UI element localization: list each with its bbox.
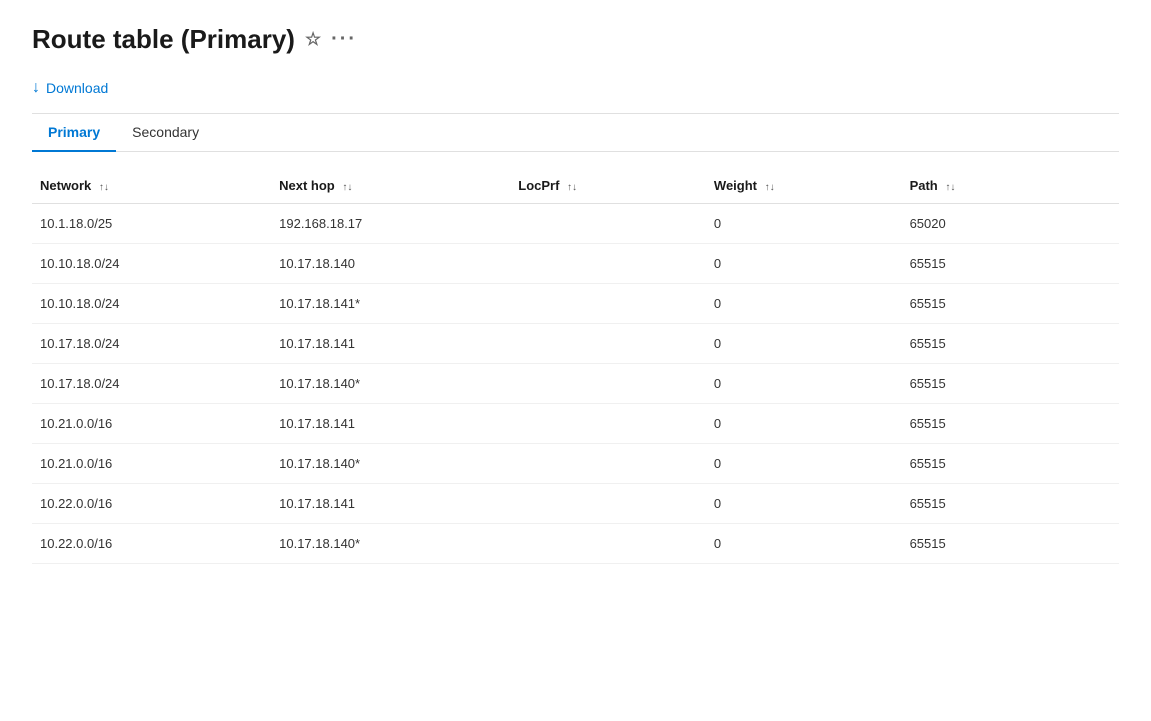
more-options-icon[interactable]: ··· bbox=[331, 28, 357, 51]
col-header-locprf[interactable]: LocPrf ↑↓ bbox=[510, 168, 706, 204]
cell-path: 65515 bbox=[902, 284, 1119, 324]
cell-network: 10.17.18.0/24 bbox=[32, 324, 271, 364]
cell-nexthop: 10.17.18.140* bbox=[271, 364, 510, 404]
cell-weight: 0 bbox=[706, 404, 902, 444]
cell-network: 10.22.0.0/16 bbox=[32, 524, 271, 564]
cell-network: 10.21.0.0/16 bbox=[32, 404, 271, 444]
sort-icon-network: ↑↓ bbox=[99, 182, 109, 193]
pin-icon[interactable]: ☆ bbox=[305, 29, 321, 50]
col-header-network[interactable]: Network ↑↓ bbox=[32, 168, 271, 204]
route-table-container: Network ↑↓ Next hop ↑↓ LocPrf ↑↓ Weight … bbox=[32, 168, 1119, 564]
cell-path: 65515 bbox=[902, 244, 1119, 284]
cell-weight: 0 bbox=[706, 364, 902, 404]
cell-nexthop: 10.17.18.141* bbox=[271, 284, 510, 324]
cell-path: 65515 bbox=[902, 444, 1119, 484]
cell-path: 65515 bbox=[902, 324, 1119, 364]
cell-weight: 0 bbox=[706, 284, 902, 324]
cell-locprf bbox=[510, 324, 706, 364]
sort-icon-weight: ↑↓ bbox=[765, 182, 775, 193]
cell-nexthop: 10.17.18.140* bbox=[271, 524, 510, 564]
page-title: Route table (Primary) bbox=[32, 24, 295, 55]
tab-primary[interactable]: Primary bbox=[32, 114, 116, 152]
cell-locprf bbox=[510, 284, 706, 324]
cell-network: 10.22.0.0/16 bbox=[32, 484, 271, 524]
cell-locprf bbox=[510, 484, 706, 524]
toolbar: ↓ Download bbox=[32, 75, 1119, 114]
cell-nexthop: 10.17.18.141 bbox=[271, 324, 510, 364]
table-header-row: Network ↑↓ Next hop ↑↓ LocPrf ↑↓ Weight … bbox=[32, 168, 1119, 204]
download-icon: ↓ bbox=[32, 79, 40, 97]
sort-icon-locprf: ↑↓ bbox=[567, 182, 577, 193]
cell-network: 10.21.0.0/16 bbox=[32, 444, 271, 484]
cell-path: 65515 bbox=[902, 524, 1119, 564]
cell-path: 65515 bbox=[902, 404, 1119, 444]
col-header-weight[interactable]: Weight ↑↓ bbox=[706, 168, 902, 204]
download-label: Download bbox=[46, 80, 108, 96]
cell-network: 10.10.18.0/24 bbox=[32, 284, 271, 324]
cell-locprf bbox=[510, 244, 706, 284]
col-header-nexthop[interactable]: Next hop ↑↓ bbox=[271, 168, 510, 204]
cell-nexthop: 10.17.18.140 bbox=[271, 244, 510, 284]
table-row: 10.10.18.0/24 10.17.18.140 0 65515 bbox=[32, 244, 1119, 284]
cell-network: 10.10.18.0/24 bbox=[32, 244, 271, 284]
cell-locprf bbox=[510, 204, 706, 244]
cell-path: 65515 bbox=[902, 364, 1119, 404]
table-row: 10.22.0.0/16 10.17.18.140* 0 65515 bbox=[32, 524, 1119, 564]
cell-path: 65515 bbox=[902, 484, 1119, 524]
cell-network: 10.1.18.0/25 bbox=[32, 204, 271, 244]
cell-nexthop: 10.17.18.141 bbox=[271, 404, 510, 444]
table-row: 10.17.18.0/24 10.17.18.141 0 65515 bbox=[32, 324, 1119, 364]
cell-nexthop: 10.17.18.140* bbox=[271, 444, 510, 484]
cell-network: 10.17.18.0/24 bbox=[32, 364, 271, 404]
col-header-path[interactable]: Path ↑↓ bbox=[902, 168, 1119, 204]
sort-icon-nexthop: ↑↓ bbox=[342, 182, 352, 193]
download-button[interactable]: ↓ Download bbox=[32, 75, 108, 101]
table-row: 10.1.18.0/25 192.168.18.17 0 65020 bbox=[32, 204, 1119, 244]
cell-locprf bbox=[510, 444, 706, 484]
cell-weight: 0 bbox=[706, 444, 902, 484]
table-row: 10.21.0.0/16 10.17.18.141 0 65515 bbox=[32, 404, 1119, 444]
sort-icon-path: ↑↓ bbox=[945, 182, 955, 193]
cell-weight: 0 bbox=[706, 244, 902, 284]
page-title-container: Route table (Primary) ☆ ··· bbox=[32, 24, 1119, 55]
tab-secondary[interactable]: Secondary bbox=[116, 114, 215, 152]
cell-weight: 0 bbox=[706, 484, 902, 524]
cell-path: 65020 bbox=[902, 204, 1119, 244]
cell-locprf bbox=[510, 524, 706, 564]
table-row: 10.17.18.0/24 10.17.18.140* 0 65515 bbox=[32, 364, 1119, 404]
table-row: 10.21.0.0/16 10.17.18.140* 0 65515 bbox=[32, 444, 1119, 484]
table-row: 10.22.0.0/16 10.17.18.141 0 65515 bbox=[32, 484, 1119, 524]
cell-locprf bbox=[510, 404, 706, 444]
table-row: 10.10.18.0/24 10.17.18.141* 0 65515 bbox=[32, 284, 1119, 324]
cell-weight: 0 bbox=[706, 524, 902, 564]
cell-nexthop: 10.17.18.141 bbox=[271, 484, 510, 524]
cell-weight: 0 bbox=[706, 204, 902, 244]
tabs-container: Primary Secondary bbox=[32, 114, 1119, 152]
cell-weight: 0 bbox=[706, 324, 902, 364]
cell-locprf bbox=[510, 364, 706, 404]
route-table: Network ↑↓ Next hop ↑↓ LocPrf ↑↓ Weight … bbox=[32, 168, 1119, 564]
cell-nexthop: 192.168.18.17 bbox=[271, 204, 510, 244]
